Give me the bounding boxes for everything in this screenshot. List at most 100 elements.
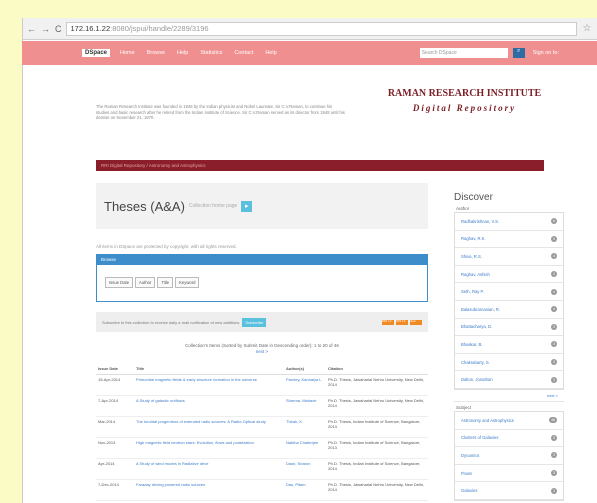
site-navbar: DSpace Home Browse Help Statistics Conta…	[22, 41, 597, 65]
nav-help[interactable]: Help	[177, 50, 188, 56]
facet-item-name: Radhakrishnan, V.S.	[461, 218, 500, 224]
atom-feed[interactable]: Atom	[410, 319, 422, 325]
facet-item[interactable]: Balasubramanian, R. 4	[455, 301, 563, 319]
facet-item-name: Bhaskar, B.	[461, 341, 483, 347]
breadcrumb[interactable]: RRI Digital Repository / Astronomy and A…	[96, 160, 544, 171]
table-row: Mar-2014 The toroidal progenitors of exte…	[96, 416, 428, 438]
table-row: 15-Apr-2014 Primordial magnetic fields & …	[96, 374, 428, 396]
subject-facet: Astronomy and Astrophysics 46 Clusters of …	[454, 410, 564, 501]
col-citation[interactable]: Citation	[326, 363, 428, 375]
row-author-link[interactable]: Dash, Sharon	[284, 458, 326, 480]
author-facet-label: Author	[456, 206, 470, 211]
browse-keyword-button[interactable]: Keyword	[175, 277, 200, 288]
facet-count-badge: 3	[551, 359, 557, 366]
table-header-row: Issue Date Title Author(s) Citation	[96, 363, 428, 375]
facet-count-badge: 46	[549, 417, 557, 424]
facet-item-name: Astronomy and Astrophysics	[461, 417, 514, 423]
row-author-link[interactable]: Das, Pitam	[284, 479, 326, 501]
facet-count-badge: 4	[551, 288, 557, 295]
next-page-link[interactable]: next >	[96, 349, 428, 355]
facet-item[interactable]: Flows 3	[455, 465, 563, 483]
rss-icon[interactable]: ▸	[241, 200, 253, 212]
collection-header: Theses (A&A) Collection home page ▸	[96, 183, 428, 229]
facet-item[interactable]: Bhaskar, B. 3	[455, 336, 563, 354]
sign-in-link[interactable]: Sign on to:	[533, 50, 559, 56]
facet-item-name: Raghav, R.K.	[461, 236, 486, 242]
facet-item[interactable]: Bhattacharya, D. 3	[455, 319, 563, 337]
author-more-link[interactable]: next >	[454, 390, 564, 402]
listing-info: Collection's Items (Sorted by Submit Dat…	[96, 343, 428, 355]
facet-item[interactable]: Raghav, Ashish 4	[455, 266, 563, 284]
row-author-link[interactable]: Nabiha Chatterjee	[284, 437, 326, 459]
nav-help-2[interactable]: Help	[265, 50, 276, 56]
nav-browse[interactable]: Browse	[147, 50, 165, 56]
row-title-link[interactable]: A Study of wind modes in Radiative drive	[134, 458, 284, 480]
row-title-link[interactable]: Primordial magnetic fields & early struc…	[134, 374, 284, 396]
discover-sidebar: Discover Author Radhakrishnan, V.S. 6 Ragh…	[454, 192, 564, 501]
facet-item[interactable]: Dalton, Jonathan 3	[455, 371, 563, 389]
facet-item-name: Dynamics	[461, 452, 480, 458]
nav-home[interactable]: Home	[120, 50, 135, 56]
table-row: 7-Dec-2014 Faraday driving powered radio …	[96, 479, 428, 501]
intro-text: The Raman Research Institute was founded…	[96, 104, 345, 120]
facet-item-name: Flows	[461, 470, 472, 476]
dspace-logo[interactable]: DSpace	[82, 49, 111, 57]
facet-item[interactable]: Chakrabarty, S. 3	[455, 354, 563, 372]
row-citation: Ph.D. Thesis, Jawaharlal Nehru Universit…	[326, 395, 428, 417]
browse-title-button[interactable]: Title	[157, 277, 174, 288]
row-author-link[interactable]: Thirak, K.	[284, 416, 326, 438]
discover-heading: Discover	[454, 192, 493, 203]
row-citation: Ph.D. Thesis, Indian Institute of Scienc…	[326, 416, 428, 438]
facet-item[interactable]: Raghav, R.K. 5	[455, 231, 563, 249]
row-issue-date: 7-Apr-2014	[96, 395, 134, 417]
search-input[interactable]: Search DSpace	[419, 48, 508, 58]
facet-count-badge: 5	[551, 235, 557, 242]
browse-author-button[interactable]: Author	[135, 277, 156, 288]
browse-panel: Browse Issue Date Author Title Keyword	[96, 254, 428, 302]
nav-statistics[interactable]: Statistics	[200, 50, 222, 56]
row-author-link[interactable]: Pandey, Kanhaiya L	[284, 374, 326, 396]
browse-header: Browse	[97, 255, 427, 265]
facet-item[interactable]: Clusters of Galaxies 3	[455, 430, 563, 448]
facet-item[interactable]: Shiva, R.S. 4	[455, 248, 563, 266]
facet-item[interactable]: Astronomy and Astrophysics 46	[455, 412, 563, 430]
collection-title: Theses (A&A)	[104, 198, 185, 214]
facet-item-name: Shiva, R.S.	[461, 253, 482, 259]
nav-links: Home Browse Help Statistics Contact Help	[120, 50, 277, 56]
facet-item-name: Dalton, Jonathan	[461, 377, 493, 383]
nav-contact[interactable]: Contact	[234, 50, 253, 56]
table-row: Apr-2014 A Study of wind modes in Radiati…	[96, 458, 428, 480]
row-author-link[interactable]: Sharma, Mahavir	[284, 395, 326, 417]
col-title[interactable]: Title	[134, 363, 284, 375]
row-title-link[interactable]: The toroidal progenitors of extended rad…	[134, 416, 284, 438]
row-citation: Ph.D. Thesis, Jawaharlal Nehru Universit…	[326, 374, 428, 396]
facet-item-name: Galaxies	[461, 488, 478, 494]
facet-count-badge: 3	[551, 452, 557, 459]
subject-facet-label: Subject	[456, 404, 472, 410]
facet-item-name: Bhattacharya, D.	[461, 324, 493, 330]
row-title-link[interactable]: Faraday driving powered radio sources	[134, 479, 284, 501]
brand-title: RAMAN RESEARCH INSTITUTE	[387, 88, 542, 99]
collection-subtitle: Collection home page	[188, 203, 238, 209]
facet-item[interactable]: Seth, Ray P. 4	[455, 283, 563, 301]
rss2-feed[interactable]: RSS 2.0	[396, 319, 408, 325]
row-title-link[interactable]: A Study of galactic outflows	[134, 395, 284, 417]
feed-links: RSS 1.0 RSS 2.0 Atom	[382, 319, 422, 325]
row-issue-date: Mar-2014	[96, 416, 134, 438]
rss1-feed[interactable]: RSS 1.0	[382, 319, 394, 325]
facet-count-badge: 3	[551, 470, 557, 477]
facet-item-name: Chakrabarty, S.	[461, 359, 490, 365]
facet-item[interactable]: Radhakrishnan, V.S. 6	[455, 213, 563, 231]
row-title-link[interactable]: High magnetic field neutron stars: Evolu…	[134, 437, 284, 459]
facet-count-badge: 4	[551, 271, 557, 278]
col-authors[interactable]: Author(s)	[284, 363, 326, 375]
subscribe-button[interactable]: Subscribe	[242, 317, 267, 327]
col-issue-date[interactable]: Issue Date	[96, 363, 134, 375]
row-citation: Ph.D. Thesis, Indian Institute of Scienc…	[326, 437, 428, 459]
author-facet: Radhakrishnan, V.S. 6 Raghav, R.K. 5 Shiva, …	[454, 212, 564, 390]
facet-item[interactable]: Dynamics 3	[455, 447, 563, 465]
facet-count-badge: 3	[551, 434, 557, 441]
browse-issue-date-button[interactable]: Issue Date	[105, 277, 134, 288]
search-button[interactable]: ⌕	[512, 48, 525, 58]
facet-item[interactable]: Galaxies 3	[455, 482, 563, 500]
